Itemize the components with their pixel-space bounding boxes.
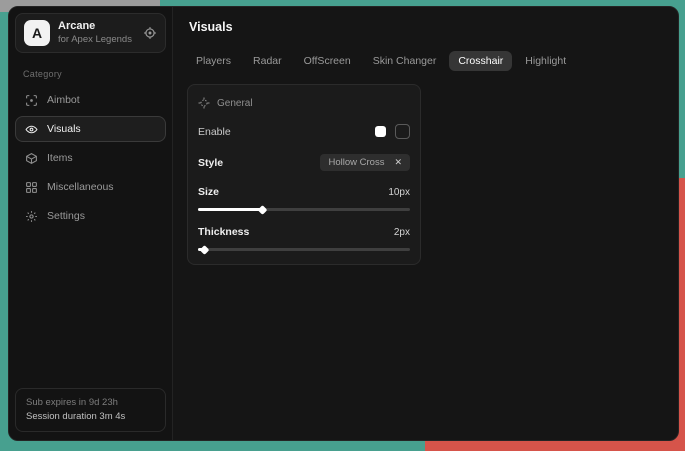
visuals-icon [25, 123, 38, 136]
style-remove-icon[interactable]: ✕ [394, 157, 402, 168]
sidebar-item-label: Visuals [47, 123, 81, 135]
tab-skin-changer[interactable]: Skin Changer [364, 51, 446, 71]
enable-label: Enable [198, 126, 231, 138]
brand-card: A Arcane for Apex Legends [15, 13, 166, 53]
style-label: Style [198, 157, 223, 169]
sidebar-item-aimbot[interactable]: Aimbot [15, 87, 166, 113]
app-subtitle: for Apex Legends [58, 34, 135, 46]
size-row: Size 10px [198, 186, 410, 198]
sidebar-item-label: Settings [47, 210, 85, 222]
sidebar-item-miscellaneous[interactable]: Miscellaneous [15, 174, 166, 200]
aimbot-icon [25, 94, 38, 107]
size-slider[interactable] [198, 208, 410, 211]
sidebar-item-items[interactable]: Items [15, 145, 166, 171]
size-value: 10px [388, 187, 410, 198]
sidebar-nav: Aimbot Visuals Items [15, 87, 166, 229]
thickness-label: Thickness [198, 226, 249, 238]
sidebar-item-settings[interactable]: Settings [15, 203, 166, 229]
settings-gear-icon [25, 210, 38, 223]
tab-players[interactable]: Players [187, 51, 240, 71]
style-select[interactable]: Hollow Cross ✕ [320, 154, 410, 171]
sub-expires-text: Sub expires in 9d 23h [26, 396, 155, 410]
tab-bar: Players Radar OffScreen Skin Changer Cro… [187, 51, 664, 71]
enable-checkbox[interactable] [395, 124, 410, 139]
main-content: Visuals Players Radar OffScreen Skin Cha… [173, 7, 678, 440]
crosshair-target-icon[interactable] [143, 26, 157, 40]
style-selected-value: Hollow Cross [328, 157, 384, 168]
session-duration-text: Session duration 3m 4s [26, 410, 155, 424]
general-crosshair-icon [198, 97, 210, 109]
items-icon [25, 152, 38, 165]
sidebar: A Arcane for Apex Legends Category [9, 7, 173, 440]
page-title: Visuals [189, 20, 664, 34]
size-slider-thumb[interactable] [257, 205, 267, 215]
enable-color-swatch[interactable] [375, 126, 386, 137]
thickness-value: 2px [394, 227, 410, 238]
sidebar-item-label: Items [47, 152, 73, 164]
general-settings-card: General Enable Style Hollow Cross ✕ Size… [187, 84, 421, 265]
category-label: Category [23, 69, 166, 79]
style-row: Style Hollow Cross ✕ [198, 154, 410, 171]
subscription-info-box: Sub expires in 9d 23h Session duration 3… [15, 388, 166, 433]
tab-crosshair[interactable]: Crosshair [449, 51, 512, 71]
sidebar-item-label: Miscellaneous [47, 181, 114, 193]
cheat-menu-window: A Arcane for Apex Legends Category [8, 6, 679, 441]
size-label: Size [198, 186, 219, 198]
thickness-slider[interactable] [198, 248, 410, 251]
sidebar-item-label: Aimbot [47, 94, 80, 106]
miscellaneous-icon [25, 181, 38, 194]
sidebar-item-visuals[interactable]: Visuals [15, 116, 166, 142]
thickness-slider-thumb[interactable] [200, 245, 210, 255]
thickness-row: Thickness 2px [198, 226, 410, 238]
section-title: General [217, 98, 253, 109]
tab-highlight[interactable]: Highlight [516, 51, 575, 71]
app-logo: A [24, 20, 50, 46]
tab-radar[interactable]: Radar [244, 51, 291, 71]
tab-offscreen[interactable]: OffScreen [295, 51, 360, 71]
enable-row: Enable [198, 124, 410, 139]
app-title: Arcane [58, 20, 135, 34]
